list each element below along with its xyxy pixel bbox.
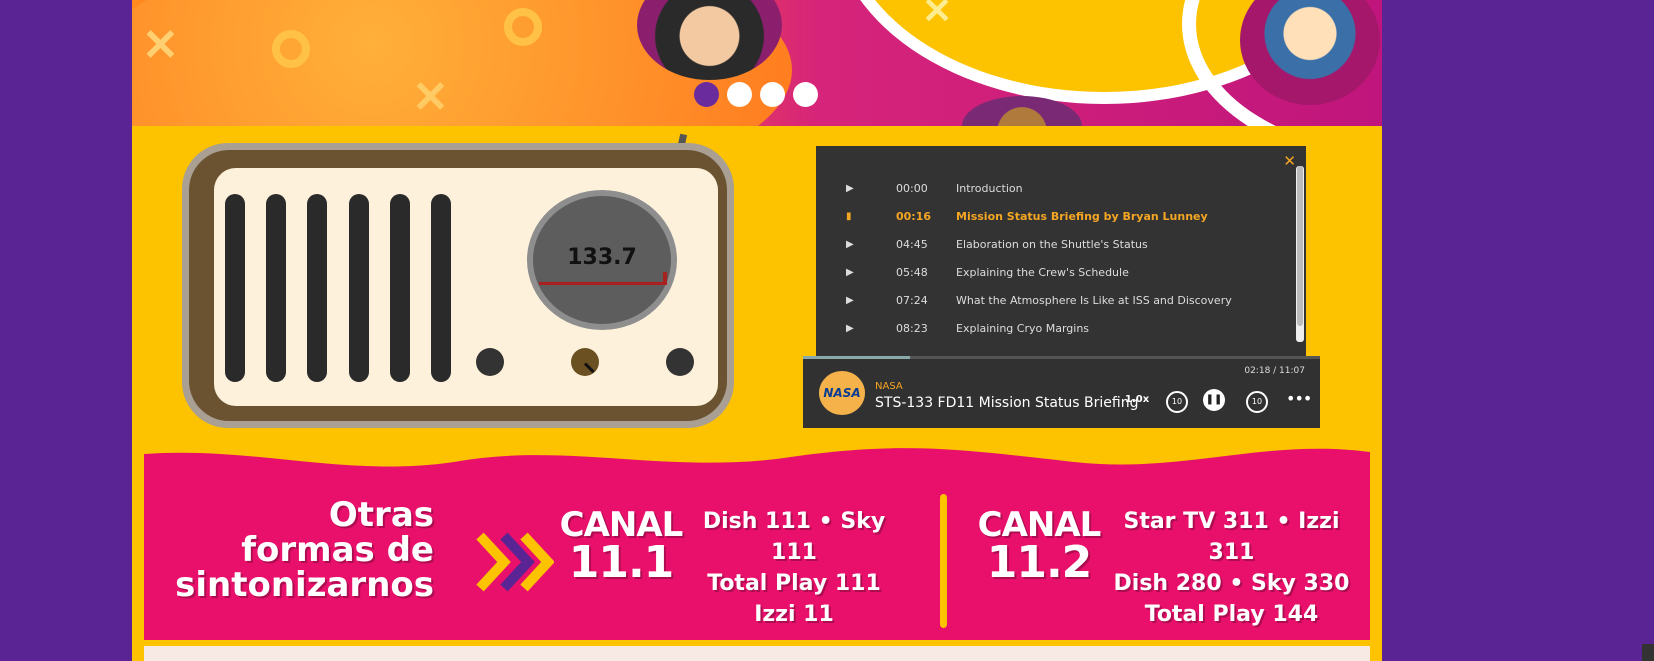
headline-line: sintonizarnos	[175, 565, 434, 605]
chapter-title: Explaining Cryo Margins	[956, 321, 1090, 335]
chapter-item[interactable]: ▶ 08:23 Explaining Cryo Margins	[846, 319, 1089, 337]
chapter-item[interactable]: ▶ 05:48 Explaining the Crew's Schedule	[846, 263, 1129, 281]
podcast-title: STS-133 FD11 Mission Status Briefing	[875, 395, 1139, 411]
headline-line: formas de	[241, 530, 434, 570]
chapter-time: 00:00	[896, 181, 928, 195]
banner-headline: Otras formas de sintonizarnos	[164, 498, 434, 603]
chapter-time: 05:48	[896, 265, 928, 279]
canal-number: 11.2	[986, 537, 1093, 588]
radio-illustration: 133.7	[182, 143, 734, 428]
dial-needle-tick	[663, 272, 667, 285]
decor-circle-icon	[504, 8, 542, 46]
channel-info-line: Dish 280 • Sky 330	[1113, 571, 1350, 596]
page-content: ✕ ✕ ✕ 133.7 ✕ ▶ 00:00 Introduction ▮ 00:…	[132, 0, 1382, 661]
headline-line: Otras	[328, 495, 434, 535]
carousel-dot[interactable]	[760, 82, 785, 107]
chapter-playlist: ✕ ▶ 00:00 Introduction ▮ 00:16 Mission Status…	[816, 146, 1306, 356]
carousel-dot[interactable]	[727, 82, 752, 107]
channel1-info: Dish 111 • Sky 111 Total Play 111 Izzi 1…	[699, 506, 889, 630]
decor-x-icon: ✕	[922, 0, 953, 31]
nasa-logo: NASA	[819, 371, 865, 415]
chapter-title: Elaboration on the Shuttle's Status	[956, 237, 1148, 251]
canal-11-2-logo: CANAL 11.2	[964, 506, 1114, 588]
speaker-grill	[390, 194, 410, 382]
radio-knob	[476, 348, 504, 376]
scrollbar-corner	[1642, 644, 1654, 661]
podcast-publisher: NASA	[875, 381, 903, 392]
pause-button[interactable]: ❚❚	[1203, 389, 1225, 411]
channel2-info: Star TV 311 • Izzi 311 Dish 280 • Sky 33…	[1109, 506, 1354, 630]
tuning-dial: 133.7	[527, 190, 677, 330]
forward-10-button[interactable]: 10	[1246, 391, 1268, 413]
speaker-grill	[225, 194, 245, 382]
next-section-preview	[144, 646, 1370, 661]
decor-x-icon: ✕	[412, 73, 449, 122]
channel-info-line: Dish 111 • Sky 111	[702, 509, 886, 565]
chapter-item[interactable]: ▶ 00:00 Introduction	[846, 179, 1023, 197]
channel-info-line: Izzi 11	[754, 602, 834, 627]
chapter-item[interactable]: ▶ 07:24 What the Atmosphere Is Like at ISS…	[846, 291, 1232, 309]
radio-knob	[666, 348, 694, 376]
speaker-grill	[266, 194, 286, 382]
chapter-time: 04:45	[896, 237, 928, 251]
carousel-dot[interactable]	[694, 82, 719, 107]
channel-divider	[940, 494, 947, 628]
more-options-button[interactable]: •••	[1286, 389, 1312, 408]
nasa-logo-text: NASA	[823, 386, 861, 400]
chapter-title: Introduction	[956, 181, 1023, 195]
radio-face: 133.7	[214, 168, 718, 406]
play-icon: ▶	[846, 294, 854, 306]
playback-speed-button[interactable]: 1.0x	[1125, 394, 1149, 405]
playlist-scrollbar[interactable]	[1296, 166, 1304, 342]
frequency-display: 133.7	[567, 245, 637, 270]
chapter-title: Mission Status Briefing by Bryan Lunney	[956, 209, 1208, 223]
chapter-time: 07:24	[896, 293, 928, 307]
canal-number: 11.1	[568, 537, 675, 588]
channel-info-line: Total Play 144	[1144, 602, 1319, 627]
chapter-time: 08:23	[896, 321, 928, 335]
chapter-item[interactable]: ▮ 00:16 Mission Status Briefing by Bryan L…	[846, 207, 1208, 225]
channels-banner: Otras formas de sintonizarnos CANAL 11.1…	[144, 444, 1370, 640]
speaker-grill	[431, 194, 451, 382]
speaker-grill	[307, 194, 327, 382]
wave-top	[144, 444, 1370, 467]
chapter-time: 00:16	[896, 209, 932, 223]
chapter-item[interactable]: ▶ 04:45 Elaboration on the Shuttle's Statu…	[846, 235, 1148, 253]
chapter-title: Explaining the Crew's Schedule	[956, 265, 1129, 279]
speaker-grill	[349, 194, 369, 382]
double-chevron-icon	[476, 532, 554, 592]
dial-needle	[539, 282, 665, 285]
pause-icon: ❚❚	[1205, 394, 1223, 405]
close-icon[interactable]: ✕	[1283, 152, 1296, 170]
play-icon: ▶	[846, 322, 854, 334]
play-icon: ▶	[846, 182, 854, 194]
time-display: 02:18 / 11:07	[1244, 366, 1305, 376]
carousel-dots	[694, 82, 818, 107]
decor-circle-icon	[272, 30, 310, 68]
carousel-dot[interactable]	[793, 82, 818, 107]
playing-icon: ▮	[846, 210, 852, 222]
play-icon: ▶	[846, 266, 854, 278]
decor-x-icon: ✕	[142, 21, 179, 70]
progress-fill	[803, 356, 911, 359]
podcast-player: NASA NASA STS-133 FD11 Mission Status Br…	[803, 356, 1320, 428]
canal-11-1-logo: CANAL 11.1	[546, 506, 696, 588]
more-icon: •••	[1286, 389, 1312, 408]
play-icon: ▶	[846, 238, 854, 250]
rewind-10-button[interactable]: 10	[1166, 391, 1188, 413]
radio-frame: 133.7	[189, 150, 727, 421]
channel-info-line: Total Play 111	[707, 571, 881, 596]
progress-bar[interactable]	[803, 356, 1320, 359]
channel-info-line: Star TV 311 • Izzi 311	[1123, 509, 1340, 565]
chapter-title: What the Atmosphere Is Like at ISS and D…	[956, 293, 1232, 307]
volume-knob	[571, 348, 599, 376]
hero-carousel[interactable]: ✕ ✕ ✕	[132, 0, 1382, 126]
